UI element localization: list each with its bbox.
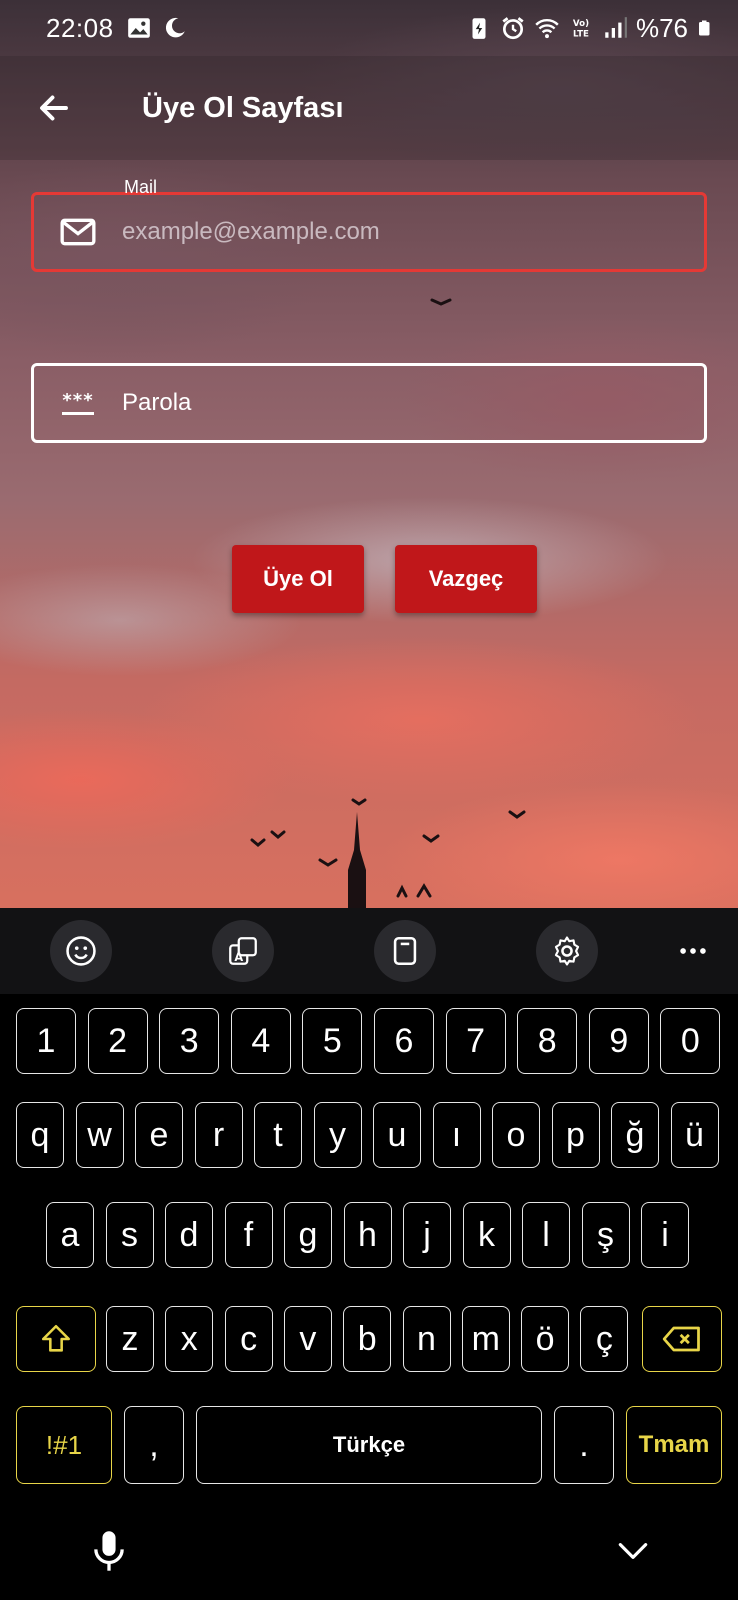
email-input[interactable] xyxy=(122,218,682,246)
key-row1-6[interactable]: u xyxy=(373,1102,421,1168)
key-row3-0[interactable]: z xyxy=(106,1306,154,1372)
more-button[interactable] xyxy=(662,920,724,982)
key-row2-4[interactable]: g xyxy=(284,1202,332,1268)
key-row1-2[interactable]: e xyxy=(135,1102,183,1168)
hide-keyboard-button[interactable] xyxy=(608,1526,658,1576)
key-number-row-5[interactable]: 6 xyxy=(374,1008,434,1074)
key-row2-3[interactable]: f xyxy=(224,1202,273,1268)
key-number-row-2[interactable]: 3 xyxy=(159,1008,220,1074)
key-row3-7[interactable]: ö xyxy=(521,1306,570,1372)
microphone-icon xyxy=(94,1531,124,1571)
key-row2-7[interactable]: k xyxy=(462,1202,511,1268)
key-row1-5[interactable]: y xyxy=(313,1102,362,1168)
backspace-icon xyxy=(662,1326,700,1352)
shift-key[interactable] xyxy=(16,1306,96,1372)
comma-key[interactable]: , xyxy=(124,1406,184,1484)
key-row1-3[interactable]: r xyxy=(194,1102,243,1168)
key-row3-6[interactable]: m xyxy=(461,1306,510,1372)
key-number-row-3[interactable]: 4 xyxy=(230,1008,291,1074)
key-row1-1[interactable]: w xyxy=(75,1102,124,1168)
key-row2-2[interactable]: d xyxy=(165,1202,213,1268)
alarm-icon xyxy=(502,17,524,40)
battery-saver-icon xyxy=(472,18,486,39)
email-field[interactable]: Mail xyxy=(31,177,707,272)
key-number-row-0[interactable]: 1 xyxy=(16,1008,76,1074)
signal-icon xyxy=(605,17,627,38)
status-time: 22:08 xyxy=(46,12,114,43)
key-row1-11[interactable]: ü xyxy=(670,1102,719,1168)
key-row2-6[interactable]: j xyxy=(403,1202,451,1268)
key-row3-2[interactable]: c xyxy=(224,1306,273,1372)
key-row1-10[interactable]: ğ xyxy=(611,1102,659,1168)
arrow-left-icon xyxy=(40,95,68,121)
key-row1-9[interactable]: p xyxy=(551,1102,600,1168)
chevron-down-icon xyxy=(618,1543,648,1559)
battery-percent: %76 xyxy=(635,12,688,43)
emoji-icon xyxy=(66,936,96,966)
key-row2-8[interactable]: l xyxy=(522,1202,570,1268)
password-icon: *** xyxy=(56,381,100,425)
backspace-key[interactable] xyxy=(642,1306,722,1372)
password-input[interactable] xyxy=(122,389,682,417)
key-number-row-7[interactable]: 8 xyxy=(517,1008,578,1074)
svg-text:LTE: LTE xyxy=(573,30,589,40)
key-row2-5[interactable]: h xyxy=(343,1202,392,1268)
key-row2-1[interactable]: s xyxy=(105,1202,154,1268)
translate-icon: A xyxy=(229,937,257,965)
mail-icon xyxy=(56,210,100,254)
svg-text:A: A xyxy=(234,950,243,964)
key-row1-4[interactable]: t xyxy=(254,1102,302,1168)
email-field-label: Mail xyxy=(124,177,158,197)
key-row1-0[interactable]: q xyxy=(16,1102,64,1168)
password-field[interactable]: *** xyxy=(31,363,707,443)
wifi-icon xyxy=(535,19,559,39)
key-row3-5[interactable]: n xyxy=(402,1306,451,1372)
page-title: Üye Ol Sayfası xyxy=(142,91,344,124)
period-key[interactable]: . xyxy=(554,1406,614,1484)
back-button[interactable] xyxy=(24,78,84,138)
status-bar: 22:08 Vo) LTE %76 xyxy=(0,0,738,56)
svg-text:Vo): Vo) xyxy=(573,19,589,29)
settings-button[interactable] xyxy=(536,920,598,982)
keyboard-bottom-bar xyxy=(0,1510,738,1600)
key-row2-9[interactable]: ş xyxy=(581,1202,630,1268)
key-row2-0[interactable]: a xyxy=(46,1202,94,1268)
key-row3-3[interactable]: v xyxy=(283,1306,332,1372)
more-icon xyxy=(680,948,706,954)
shift-icon xyxy=(41,1324,71,1352)
moon-icon xyxy=(165,17,185,38)
clipboard-icon xyxy=(393,936,417,966)
key-number-row-8[interactable]: 9 xyxy=(588,1008,649,1074)
gallery-icon xyxy=(127,18,150,38)
translate-button[interactable]: A xyxy=(212,920,274,982)
signup-button[interactable]: Üye Ol xyxy=(232,545,364,613)
clipboard-button[interactable] xyxy=(374,920,436,982)
key-number-row-6[interactable]: 7 xyxy=(445,1008,506,1074)
battery-icon xyxy=(699,20,710,36)
emoji-button[interactable] xyxy=(50,920,112,982)
symbols-key[interactable]: !#1 xyxy=(16,1406,112,1484)
key-number-row-1[interactable]: 2 xyxy=(87,1008,148,1074)
volte-icon: Vo)LTE xyxy=(573,19,589,40)
key-number-row-9[interactable]: 0 xyxy=(660,1008,721,1074)
done-key[interactable]: Tmam xyxy=(626,1406,722,1484)
key-row3-4[interactable]: b xyxy=(343,1306,392,1372)
gear-icon xyxy=(554,936,580,966)
key-number-row-4[interactable]: 5 xyxy=(302,1008,363,1074)
voice-input-button[interactable] xyxy=(84,1526,134,1576)
app-bar: Üye Ol Sayfası xyxy=(0,56,738,160)
key-row1-7[interactable]: ı xyxy=(432,1102,481,1168)
key-row3-1[interactable]: x xyxy=(165,1306,214,1372)
space-key[interactable]: Türkçe xyxy=(196,1406,542,1484)
key-row2-10[interactable]: i xyxy=(641,1202,689,1268)
keyboard-toolbar: A xyxy=(0,908,738,994)
key-row1-8[interactable]: o xyxy=(492,1102,540,1168)
key-row3-8[interactable]: ç xyxy=(580,1306,629,1372)
cancel-button[interactable]: Vazgeç xyxy=(395,545,537,613)
